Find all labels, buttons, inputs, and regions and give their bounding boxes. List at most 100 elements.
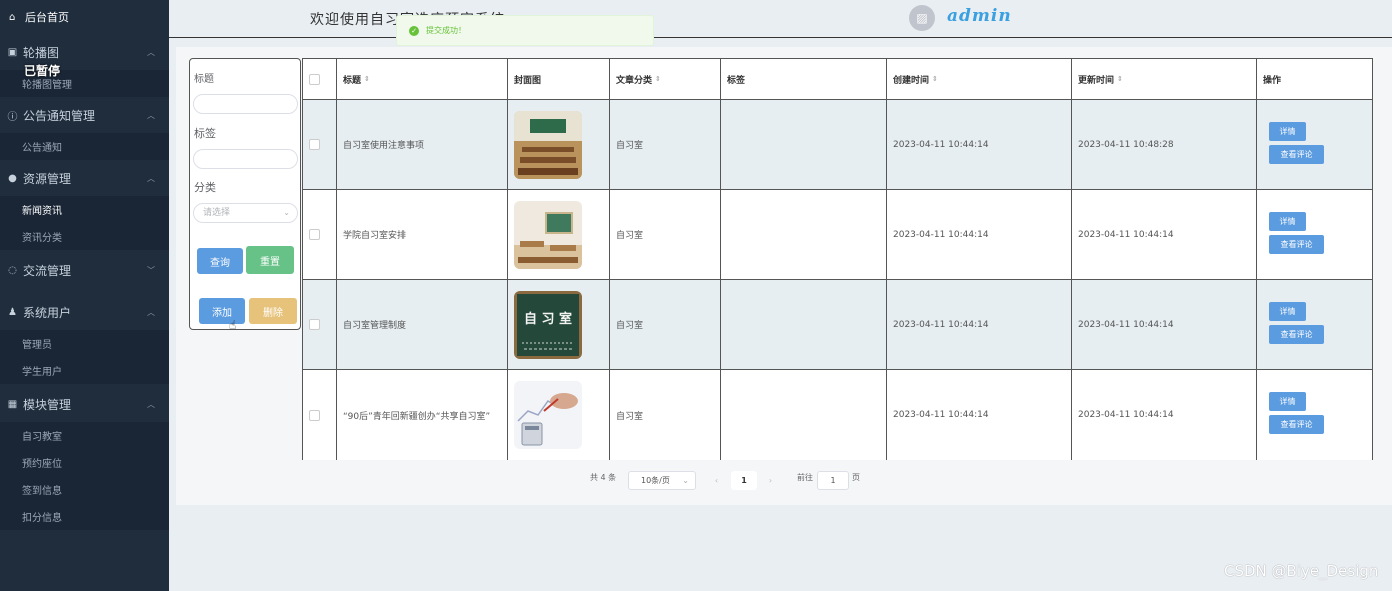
cell-category: 自习室 bbox=[610, 100, 721, 190]
image-icon: ▨ bbox=[916, 11, 928, 25]
row-checkbox[interactable] bbox=[309, 409, 320, 421]
sidebar-item-admin[interactable]: 管理员 bbox=[0, 330, 169, 357]
row-checkbox[interactable] bbox=[309, 139, 320, 150]
detail-button[interactable]: 详情 bbox=[1269, 392, 1306, 411]
cover-image-chalkboard[interactable]: 自 习 室 bbox=[514, 290, 582, 359]
sidebar-item-checkin[interactable]: 签到信息 bbox=[0, 476, 169, 503]
tag-input[interactable] bbox=[193, 149, 298, 169]
header-label: 操作 bbox=[1263, 75, 1282, 86]
sidebar-group-users[interactable]: ♟ 系统用户 ︿ bbox=[0, 294, 169, 330]
detail-button[interactable]: 详情 bbox=[1269, 122, 1306, 141]
watermark: CSDN @Biye_Design bbox=[1224, 562, 1379, 580]
sidebar-item-seat-booking[interactable]: 预约座位 bbox=[0, 449, 169, 476]
delete-button[interactable]: 删除 bbox=[249, 298, 297, 324]
sidebar-item-label: 自习教室 bbox=[22, 432, 62, 443]
header-category[interactable]: 文章分类 ⇕ bbox=[610, 58, 721, 100]
view-comments-button[interactable]: 查看评论 bbox=[1269, 415, 1324, 434]
page-number[interactable]: 1 bbox=[731, 471, 757, 490]
cell-actions: 详情 查看评论 bbox=[1257, 370, 1373, 460]
cell-tag bbox=[721, 100, 887, 190]
cover-image-study-room[interactable] bbox=[514, 200, 582, 269]
next-page-button[interactable]: › bbox=[761, 471, 780, 490]
select-all-checkbox[interactable] bbox=[309, 73, 320, 85]
goto-page-input[interactable]: 1 bbox=[817, 471, 849, 490]
cell-created: 2023-04-11 10:44:14 bbox=[887, 280, 1072, 370]
sidebar-group-chat[interactable]: ◌ 交流管理 ﹀ bbox=[0, 252, 169, 288]
cell-updated: 2023-04-11 10:44:14 bbox=[1072, 370, 1257, 460]
avatar[interactable]: ▨ bbox=[909, 5, 935, 31]
cell-actions: 详情 查看评论 bbox=[1257, 280, 1373, 370]
sidebar-item-students[interactable]: 学生用户 bbox=[0, 357, 169, 384]
header-label: 更新时间 bbox=[1078, 75, 1115, 86]
reset-button[interactable]: 重置 bbox=[246, 246, 294, 274]
sidebar-item-label: 公告通知 bbox=[22, 143, 62, 154]
sidebar-group-label: 模块管理 bbox=[23, 397, 72, 412]
sidebar-item-label: 预约座位 bbox=[22, 459, 62, 470]
sidebar-group-label: 交流管理 bbox=[23, 263, 72, 278]
cell-tag bbox=[721, 280, 887, 370]
goto-label: 前往 bbox=[797, 473, 813, 482]
cell-cover: 自 习 室 bbox=[508, 280, 610, 370]
sort-icon[interactable]: ⇕ bbox=[655, 75, 661, 83]
image-icon: ▣ bbox=[7, 46, 18, 58]
sidebar-group-label: 系统用户 bbox=[23, 305, 72, 320]
chevron-down-icon: ﹀ bbox=[147, 266, 155, 275]
row-checkbox[interactable] bbox=[309, 229, 320, 240]
cell-actions: 详情 查看评论 bbox=[1257, 100, 1373, 190]
header-title[interactable]: 标题 ⇕ bbox=[337, 58, 508, 100]
row-checkbox[interactable] bbox=[309, 319, 320, 330]
sidebar-home[interactable]: ⌂ 后台首页 bbox=[0, 0, 169, 34]
sidebar-item-classrooms[interactable]: 自习教室 bbox=[0, 422, 169, 449]
cell-title: 学院自习室安排 bbox=[337, 190, 508, 280]
tag-label: 标签 bbox=[194, 127, 216, 140]
sidebar-item-notice[interactable]: 公告通知 bbox=[0, 133, 169, 160]
cover-image-calculator[interactable] bbox=[514, 381, 582, 449]
home-icon: ⌂ bbox=[9, 11, 16, 23]
category-select[interactable]: 请选择 ⌄ bbox=[193, 203, 298, 223]
cell-category: 自习室 bbox=[610, 190, 721, 280]
row-checkbox-cell bbox=[302, 190, 337, 280]
user-icon: ♟ bbox=[8, 306, 17, 318]
view-comments-button[interactable]: 查看评论 bbox=[1269, 235, 1324, 254]
add-button[interactable]: 添加 bbox=[199, 298, 245, 324]
detail-button[interactable]: 详情 bbox=[1269, 212, 1306, 231]
chat-icon: ◌ bbox=[8, 264, 17, 276]
username[interactable]: admin bbox=[947, 6, 1012, 26]
view-comments-button[interactable]: 查看评论 bbox=[1269, 145, 1324, 164]
prev-page-button[interactable]: ‹ bbox=[707, 471, 726, 490]
cell-cover bbox=[508, 370, 610, 460]
header-label: 标题 bbox=[343, 75, 362, 86]
grid-icon: ▦ bbox=[7, 398, 18, 410]
sidebar-group-notice[interactable]: ⓘ 公告通知管理 ︿ bbox=[0, 97, 169, 133]
detail-button[interactable]: 详情 bbox=[1269, 302, 1306, 321]
view-comments-button[interactable]: 查看评论 bbox=[1269, 325, 1324, 344]
title-label: 标题 bbox=[194, 74, 214, 85]
sidebar-item-news-category[interactable]: 资讯分类 bbox=[0, 223, 169, 250]
cell-title: “90后”青年回新疆创办“共享自习室” bbox=[337, 370, 508, 460]
cell-tag bbox=[721, 370, 887, 460]
header-updated[interactable]: 更新时间 ⇕ bbox=[1072, 58, 1257, 100]
header-label: 创建时间 bbox=[893, 75, 930, 86]
cell-created: 2023-04-11 10:44:14 bbox=[887, 190, 1072, 280]
sidebar-item-news[interactable]: 新闻资讯 bbox=[0, 196, 169, 223]
sidebar-item-deduction[interactable]: 扣分信息 bbox=[0, 503, 169, 530]
sidebar-item-label: 新闻资讯 bbox=[22, 206, 62, 217]
sidebar-item-label: 管理员 bbox=[22, 340, 52, 351]
header-created[interactable]: 创建时间 ⇕ bbox=[887, 58, 1072, 100]
hand-cursor-icon: ☝ bbox=[229, 318, 237, 332]
page-unit-label: 页 bbox=[852, 473, 860, 482]
location-icon: ● bbox=[8, 172, 17, 184]
cover-image-classroom[interactable] bbox=[514, 110, 582, 179]
chevron-down-icon: ⌄ bbox=[283, 208, 290, 217]
title-input[interactable] bbox=[193, 94, 298, 114]
sort-icon[interactable]: ⇕ bbox=[1117, 75, 1123, 83]
sort-icon[interactable]: ⇕ bbox=[932, 75, 938, 83]
sidebar-group-resource[interactable]: ● 资源管理 ︿ bbox=[0, 160, 169, 196]
category-label: 分类 bbox=[194, 181, 216, 194]
query-button[interactable]: 查询 bbox=[197, 248, 243, 274]
toast-message: 提交成功！ bbox=[426, 26, 466, 35]
sort-icon[interactable]: ⇕ bbox=[364, 75, 370, 83]
sidebar-group-modules[interactable]: ▦ 模块管理 ︿ bbox=[0, 386, 169, 422]
page-size-value: 10条/页 bbox=[641, 476, 670, 485]
page-size-select[interactable]: 10条/页 ⌄ bbox=[628, 471, 696, 490]
